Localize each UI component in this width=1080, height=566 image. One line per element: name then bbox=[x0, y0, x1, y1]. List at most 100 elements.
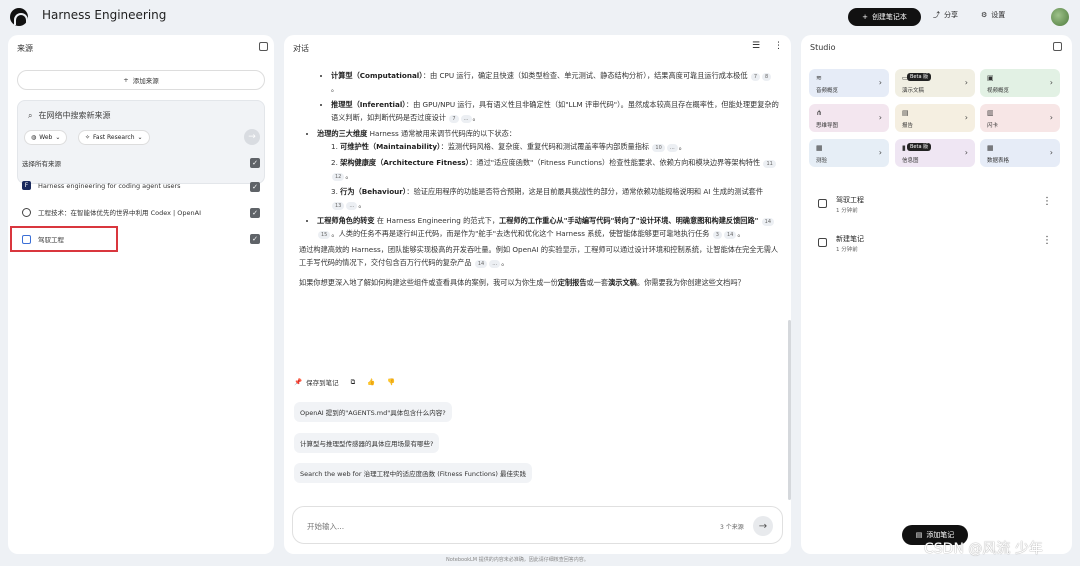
list-item: 计算型（Computational）：由 CPU 运行，确定且快速（如类型检查、… bbox=[331, 70, 779, 95]
chat-input-box[interactable]: 开始输入... 3 个来源 → bbox=[292, 506, 783, 544]
paragraph-text: 通过构建高效的 Harness，团队能够实现极高的开发吞吐量。例如 OpenAI… bbox=[299, 245, 779, 267]
table-icon: ▦ bbox=[987, 144, 994, 152]
studio-tile-quiz[interactable]: ▦ 测验 › bbox=[809, 139, 889, 167]
chevron-down-icon: ⌄ bbox=[137, 134, 143, 141]
citation-chip[interactable]: … bbox=[346, 201, 358, 210]
studio-tile-flashcards[interactable]: ▥ 闪卡 › bbox=[980, 104, 1060, 132]
studio-tile-infographic[interactable]: ▮ Beta 版 信息图 › bbox=[895, 139, 975, 167]
paragraph: 通过构建高效的 Harness，团队能够实现极高的开发吞吐量。例如 OpenAI… bbox=[299, 245, 779, 268]
chat-scrollbar[interactable] bbox=[788, 320, 791, 500]
plus-icon: + bbox=[862, 13, 868, 21]
source-label: Harness engineering for coding agent use… bbox=[38, 181, 181, 190]
citation-chip[interactable]: 11 bbox=[763, 160, 776, 168]
web-source-dropdown[interactable]: ◍ Web ⌄ bbox=[24, 130, 68, 145]
studio-tile-datatable[interactable]: ▦ 数据表格 › bbox=[980, 139, 1060, 167]
chevron-right-icon: › bbox=[964, 113, 968, 122]
studio-tile-slides[interactable]: ▭ Beta 版 演示文稿 › bbox=[895, 69, 975, 97]
settings-button[interactable]: ⚙ 设置 bbox=[981, 10, 1005, 20]
select-all-checkbox[interactable]: ✓ bbox=[250, 158, 260, 168]
search-placeholder: 在网络中搜索新来源 bbox=[38, 111, 111, 120]
studio-tile-video[interactable]: ▣ 视频概览 › bbox=[980, 69, 1060, 97]
search-submit-button[interactable]: → bbox=[244, 129, 260, 145]
suggestion-chip[interactable]: Search the web for 治理工程中的适应度函数 (Fitness … bbox=[294, 463, 532, 483]
send-button[interactable]: → bbox=[753, 516, 773, 536]
list-item: 治理的三大维度 Harness 通常被用来调节代码库的以下状态： 1. 可维护性… bbox=[317, 128, 779, 211]
suggestion-chip[interactable]: 计算型与推理型传感器的具体应用场景有哪些? bbox=[294, 433, 440, 453]
research-chip-label: Fast Research bbox=[93, 134, 135, 141]
citation-chip[interactable]: 14 bbox=[723, 230, 737, 239]
add-source-button[interactable]: + 添加来源 bbox=[17, 70, 265, 90]
citation-chip[interactable]: … bbox=[460, 114, 472, 123]
thumbs-down-icon[interactable]: 👎 bbox=[387, 378, 395, 386]
citation-chip[interactable]: 7 bbox=[449, 114, 459, 123]
more-vert-icon[interactable]: ⋮ bbox=[774, 41, 783, 51]
list-item: 1. 可维护性（Maintainability）：监测代码风格、复杂度、重复代码… bbox=[331, 141, 686, 152]
note-item[interactable]: 新建笔记 1 分钟前 ⋮ bbox=[818, 233, 1058, 263]
thumbs-up-icon[interactable]: 👍 bbox=[367, 378, 375, 386]
settings-label: 设置 bbox=[991, 11, 1006, 19]
chevron-right-icon: › bbox=[1049, 148, 1053, 157]
save-to-note-button[interactable]: 📌 保存到笔记 bbox=[294, 377, 339, 387]
more-vert-icon[interactable]: ⋮ bbox=[1042, 196, 1052, 207]
source-item[interactable]: 工程技术：在智能体优先的世界中利用 Codex | OpenAI bbox=[22, 207, 201, 217]
citation-chip[interactable]: 14 bbox=[474, 259, 488, 268]
video-icon: ▣ bbox=[987, 74, 994, 82]
quiz-icon: ▦ bbox=[816, 144, 823, 152]
citation-chip[interactable]: 14 bbox=[761, 218, 775, 226]
beta-badge: Beta 版 bbox=[907, 143, 932, 151]
citation-chip[interactable]: 13 bbox=[332, 201, 345, 210]
studio-tile-report[interactable]: ▤ 报告 › bbox=[895, 104, 975, 132]
chevron-down-icon: ⌄ bbox=[55, 134, 61, 141]
item-text: 在 Harness Engineering 的范式下， bbox=[374, 216, 500, 225]
studio-tile-mindmap[interactable]: ⋔ 思维导图 › bbox=[809, 104, 889, 132]
list-item: 工程师角色的转变 在 Harness Engineering 的范式下，工程师的… bbox=[317, 215, 779, 240]
source-count: 3 个来源 bbox=[720, 524, 744, 531]
studio-tile-audio[interactable]: ≋ 音频概览 › bbox=[809, 69, 889, 97]
citation-chip[interactable]: 12 bbox=[332, 172, 345, 181]
note-item[interactable]: 驾驭工程 1 分钟前 ⋮ bbox=[818, 194, 1058, 224]
research-mode-dropdown[interactable]: ✧ Fast Research ⌄ bbox=[78, 130, 150, 145]
item-title: 治理的三大维度 bbox=[317, 129, 368, 138]
citation-chip[interactable]: 7 bbox=[750, 73, 760, 81]
select-all-label: 选择所有来源 bbox=[22, 160, 61, 168]
suggestion-chip[interactable]: OpenAI 提到的"AGENTS.md"具体包含什么内容? bbox=[294, 402, 452, 422]
citation-chip[interactable]: 8 bbox=[762, 73, 772, 81]
citation-chip[interactable]: 10 bbox=[652, 143, 665, 152]
sliders-icon[interactable]: ☰ bbox=[752, 41, 760, 51]
source-item[interactable]: F Harness engineering for coding agent u… bbox=[22, 181, 181, 190]
chevron-right-icon: › bbox=[964, 148, 968, 157]
notebook-title[interactable]: Harness Engineering bbox=[42, 8, 166, 22]
item-text: ：通过"适应度函数"（Fitness Functions）检查性能要求、依赖方向… bbox=[469, 158, 761, 167]
more-vert-icon[interactable]: ⋮ bbox=[1042, 235, 1052, 246]
avatar[interactable] bbox=[1051, 8, 1069, 26]
create-notebook-button[interactable]: + 创建笔记本 bbox=[848, 8, 921, 26]
notebooklm-logo-icon[interactable] bbox=[10, 8, 28, 26]
citation-chip[interactable]: … bbox=[489, 259, 501, 268]
create-notebook-label: 创建笔记本 bbox=[871, 13, 907, 21]
collapse-panel-icon[interactable] bbox=[259, 42, 268, 51]
citation-chip[interactable]: … bbox=[666, 143, 678, 152]
audio-icon: ≋ bbox=[816, 74, 822, 82]
note-icon bbox=[818, 238, 827, 247]
chat-title: 对话 bbox=[293, 44, 309, 53]
citation-chip[interactable]: 15 bbox=[318, 230, 331, 239]
tile-label: 测验 bbox=[816, 158, 828, 164]
source-checkbox[interactable]: ✓ bbox=[250, 208, 260, 218]
item-text: ：验证应用程序的功能是否符合预期，这是目前最具挑战性的部分，通常依赖功能规格说明… bbox=[406, 187, 764, 196]
copy-icon[interactable]: ⧉ bbox=[351, 378, 356, 387]
footer-disclaimer: NotebookLM 提供的内容未必准确，因此请仔细核查回答内容。 bbox=[446, 557, 589, 563]
paragraph-bold: 演示文稿 bbox=[608, 278, 637, 287]
paragraph: 如果你想更深入地了解如何构建这些组件或查看具体的案例，我可以为你生成一份定制报告… bbox=[299, 277, 779, 290]
collapse-panel-icon[interactable] bbox=[1053, 42, 1062, 51]
share-button[interactable]: ⤴ 分享 bbox=[933, 10, 958, 20]
tile-label: 闪卡 bbox=[987, 123, 999, 129]
search-input[interactable]: ⌕ 在网络中搜索新来源 bbox=[28, 110, 110, 121]
item-title: 行为（Behaviour） bbox=[340, 187, 407, 196]
gear-icon: ⚙ bbox=[981, 11, 988, 19]
tile-label: 报告 bbox=[902, 123, 914, 129]
tile-label: 视频概览 bbox=[987, 88, 1010, 94]
source-checkbox[interactable]: ✓ bbox=[250, 234, 260, 244]
source-checkbox[interactable]: ✓ bbox=[250, 182, 260, 192]
citation-chip[interactable]: 3 bbox=[712, 230, 722, 239]
tile-label: 演示文稿 bbox=[902, 88, 925, 94]
